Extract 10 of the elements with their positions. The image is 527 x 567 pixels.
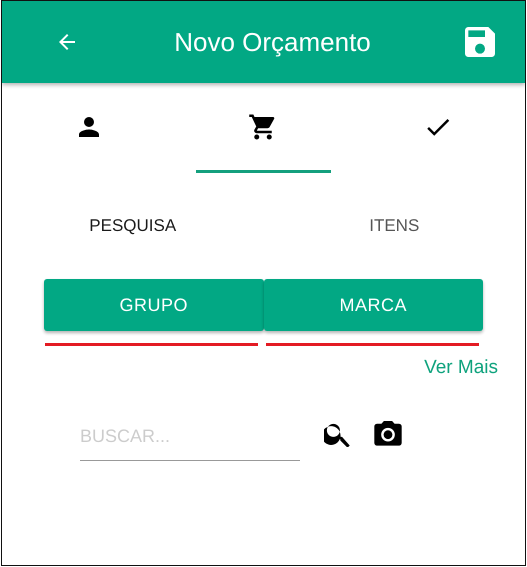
tab[interactable]: ITENS [264, 212, 525, 240]
save-icon [465, 27, 495, 57]
save-button[interactable] [465, 27, 495, 57]
filter-button[interactable]: MARCA [264, 279, 483, 331]
camera-button[interactable] [374, 420, 402, 446]
see-more-link[interactable]: Ver Mais [424, 354, 498, 382]
tab[interactable]: PESQUISA [2, 212, 264, 240]
camera-icon [374, 420, 402, 446]
screen-title: Novo Orçamento [173, 26, 372, 58]
filter-button[interactable]: GRUPO [44, 279, 264, 331]
